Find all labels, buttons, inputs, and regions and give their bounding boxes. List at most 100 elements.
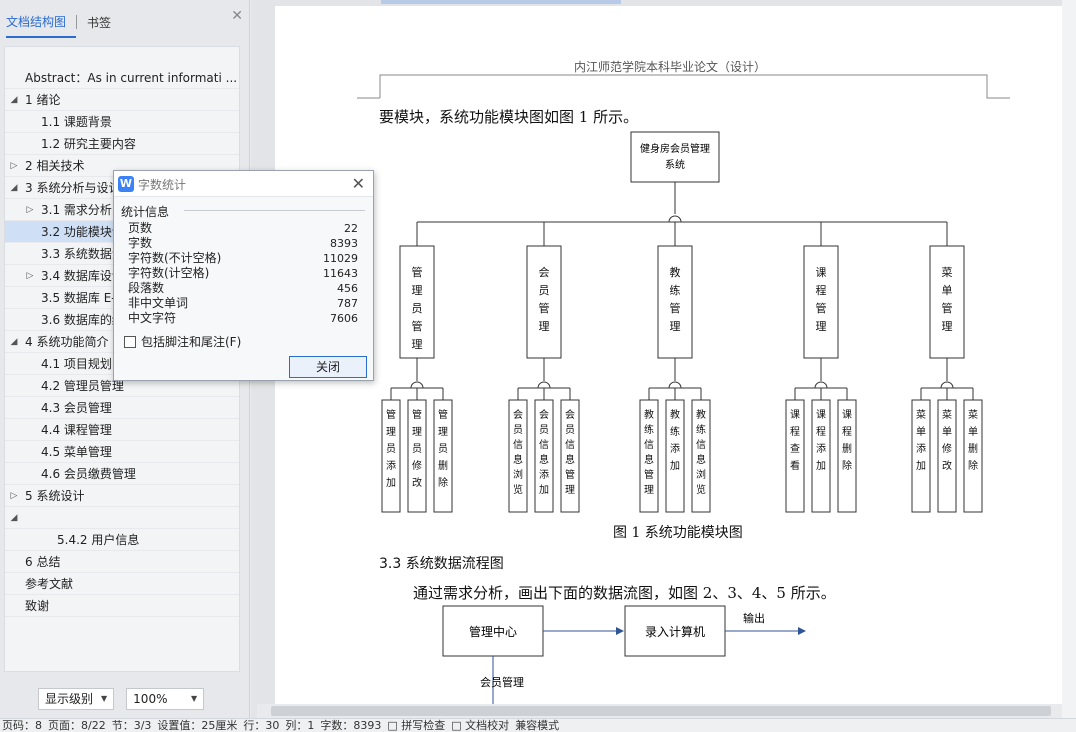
toc-item[interactable]: 5.4.2 用户信息 — [5, 529, 239, 551]
submodule-label: 管 — [644, 468, 654, 481]
toc-item[interactable]: 6 总结 — [5, 551, 239, 573]
toc-item[interactable]: 致谢 — [5, 595, 239, 617]
level-select-value: 显示级别 — [45, 692, 94, 706]
expand-arrow-icon[interactable]: ▷ — [9, 485, 19, 506]
submodule-label: 删 — [438, 460, 448, 472]
submodule-label: 加 — [916, 460, 926, 472]
flow-member-label: 会员管理 — [480, 675, 524, 689]
close-icon[interactable]: ✕ — [231, 8, 243, 24]
submodule-label: 信 — [539, 439, 549, 451]
submodule-label: 加 — [670, 460, 680, 472]
horizontal-scrollbar[interactable] — [257, 704, 1065, 718]
checkbox-box[interactable] — [124, 335, 136, 348]
module-label: 管 — [412, 319, 423, 333]
document-area: 内江师范学院本科毕业论文（设计） 要模块，系统功能模块图如图 1 所示。 健身房… — [251, 0, 1076, 718]
junction — [410, 381, 424, 389]
junction — [814, 381, 828, 389]
status-field: □ 拼写检查 — [387, 719, 446, 732]
stat-row: 中文字符 7606 — [128, 311, 358, 326]
submodule-label: 课 — [816, 409, 826, 421]
module-label: 理 — [412, 284, 423, 297]
section-divider — [184, 210, 365, 211]
stats-section-label: 统计信息 — [121, 205, 170, 219]
submodule-label: 删 — [842, 443, 852, 455]
zoom-select[interactable]: 100% ▼ — [126, 688, 205, 710]
toc-item[interactable]: Abstract：As in current informati ... — [5, 67, 239, 89]
submodule-label: 菜 — [916, 409, 926, 421]
stat-row: 非中文单词 787 — [128, 296, 358, 311]
collapse-arrow-icon[interactable]: ◢ — [9, 331, 19, 352]
submodule-label: 练 — [670, 425, 680, 438]
function-module-diagram: 健身房会员管理系统管理员管理管理员添加管理员修改管理员删除会员管理会员信息浏览会… — [381, 131, 983, 513]
submodule-label: 信 — [513, 439, 523, 451]
toc-item-label: 1.1 课题背景 — [41, 115, 112, 129]
submodule-label: 管 — [412, 408, 422, 421]
zoom-select-value: 100% — [133, 692, 168, 706]
module-label: 员 — [412, 302, 423, 315]
tab-bookmarks[interactable]: 书签 — [87, 14, 121, 37]
module-label: 管 — [539, 301, 550, 315]
stat-label: 页数 — [128, 221, 153, 235]
submodule-label: 息 — [644, 453, 654, 466]
nav-tabs: 文档结构图 书签 — [6, 12, 121, 38]
submodule-label: 员 — [386, 443, 396, 455]
expand-arrow-icon[interactable]: ▷ — [25, 199, 35, 220]
module-box — [803, 245, 839, 359]
submodule-label: 理 — [644, 484, 654, 496]
toc-item[interactable]: 1.2 研究主要内容 — [5, 133, 239, 155]
toc-item[interactable]: 1.1 课题背景 — [5, 111, 239, 133]
toc-item[interactable]: ▷ 5 系统设计 — [5, 485, 239, 507]
expand-arrow-icon[interactable]: ▷ — [9, 155, 19, 176]
module-box — [526, 245, 562, 359]
status-bar: 页码：8 页面：8/22 节：3/3 设置值：25厘米 行：30 列：1 字数：8393 □ … — [0, 718, 1076, 732]
submodule-label: 课 — [790, 409, 800, 421]
toc-item[interactable]: ◢ — [5, 507, 239, 529]
close-button[interactable]: 关闭 — [289, 356, 367, 378]
collapse-arrow-icon[interactable]: ◢ — [9, 507, 19, 528]
toc-item[interactable]: 4.5 菜单管理 — [5, 441, 239, 463]
module-label: 理 — [539, 320, 550, 333]
submodule-label: 理 — [412, 426, 422, 438]
toc-item[interactable]: ◢ 1 绪论 — [5, 89, 239, 111]
submodule-label: 息 — [513, 453, 523, 466]
submodule-label: 理 — [438, 426, 448, 438]
stat-value: 7606 — [330, 312, 358, 325]
toc-item[interactable]: 参考文献 — [5, 573, 239, 595]
collapse-arrow-icon[interactable]: ◢ — [9, 177, 19, 198]
submodule-label: 理 — [565, 484, 575, 496]
submodule-label: 添 — [816, 442, 826, 455]
vertical-scrollbar[interactable] — [1062, 0, 1076, 718]
close-icon[interactable]: ✕ — [352, 174, 365, 193]
submodule-label: 加 — [386, 477, 396, 489]
submodule-label: 信 — [696, 439, 706, 451]
module-label: 菜 — [942, 266, 953, 279]
submodule-label: 会 — [565, 408, 575, 421]
document-page[interactable]: 内江师范学院本科毕业论文（设计） 要模块，系统功能模块图如图 1 所示。 健身房… — [275, 6, 1065, 706]
toc-item[interactable]: 4.6 会员缴费管理 — [5, 463, 239, 485]
submodule-label: 单 — [942, 426, 952, 438]
submodule-label: 信 — [644, 439, 654, 451]
toc-item[interactable]: 4.3 会员管理 — [5, 397, 239, 419]
toc-item-label: Abstract：As in current informati ... — [25, 71, 238, 85]
toc-item-label: 1 绪论 — [25, 93, 61, 107]
toc-item-label: 5.4.2 用户信息 — [57, 533, 140, 547]
tab-document-map[interactable]: 文档结构图 — [6, 13, 77, 38]
module-label: 管 — [670, 301, 681, 315]
scrollbar-thumb[interactable] — [271, 706, 1051, 716]
dialog-titlebar[interactable]: W 字数统计 ✕ — [114, 171, 373, 197]
toc-item-label: 6 总结 — [25, 555, 61, 569]
submodule-label: 浏 — [696, 468, 706, 481]
stat-value: 11029 — [323, 252, 358, 265]
expand-arrow-icon[interactable]: ▷ — [25, 265, 35, 286]
toc-item[interactable]: 4.4 课程管理 — [5, 419, 239, 441]
include-footnotes-checkbox[interactable]: 包括脚注和尾注(F) — [124, 333, 241, 350]
level-select[interactable]: 显示级别 ▼ — [38, 688, 115, 710]
junction — [537, 381, 551, 389]
toc-item-label: 4.1 项目规划 — [41, 357, 112, 371]
stat-label: 非中文单词 — [128, 296, 189, 310]
collapse-arrow-icon[interactable]: ◢ — [9, 89, 19, 110]
submodule-label: 单 — [968, 426, 978, 438]
module-label: 程 — [816, 284, 827, 297]
module-label: 课 — [816, 266, 827, 279]
word-count-dialog: W 字数统计 ✕ 统计信息 页数 22 字数 8393 字符数(不计空格) 11029 字符… — [113, 170, 374, 381]
